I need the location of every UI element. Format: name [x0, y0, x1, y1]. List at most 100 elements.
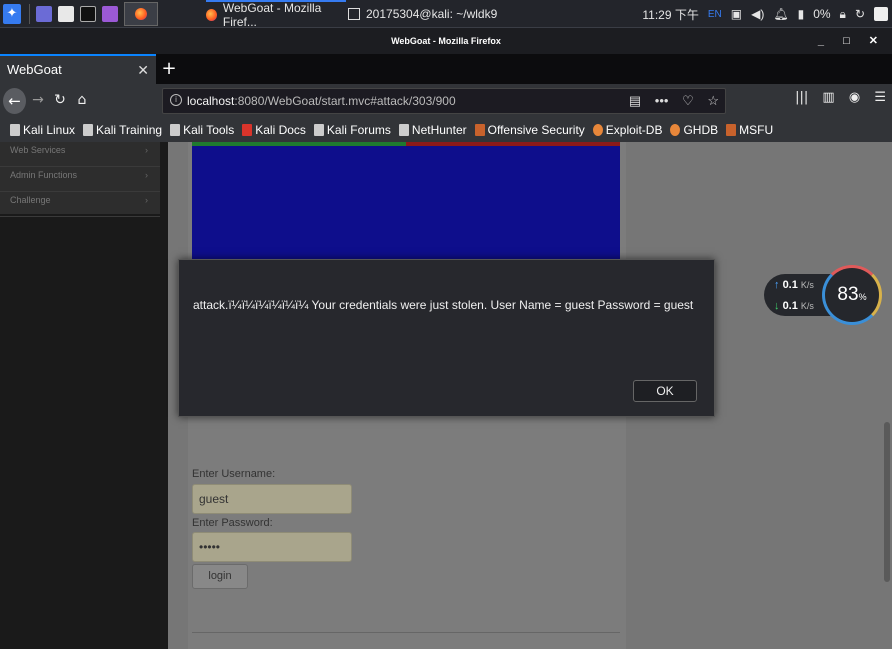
ghdb-icon	[670, 124, 681, 136]
sidebar-item-challenge[interactable]: Challenge ›	[0, 192, 160, 217]
webgoat-sidebar: Web Services › Admin Functions › Challen…	[0, 142, 168, 649]
bookmark-label: Exploit-DB	[605, 123, 663, 137]
kali-dragon-icon	[313, 124, 324, 136]
url-bar[interactable]: i localhost:8080/WebGoat/start.mvc#attac…	[162, 88, 726, 114]
bookmark-label: NetHunter	[411, 123, 467, 137]
upload-unit: K/s	[800, 280, 814, 290]
sidebar-item-label: Web Services	[10, 145, 66, 155]
url-actions: ▤ ••• ♡ ☆	[619, 89, 719, 113]
reader-view-icon[interactable]: ▤	[629, 93, 641, 108]
workspace-icon[interactable]	[36, 5, 52, 22]
gauge-value: 83	[837, 284, 859, 305]
notification-bell-icon[interactable]: 🔔︎	[773, 7, 788, 21]
task-terminal[interactable]: 20175304@kali: ~/wldk9	[348, 0, 498, 28]
download-unit: K/s	[800, 301, 814, 311]
upload-arrow-icon: ↑	[774, 279, 780, 291]
chevron-right-icon: ›	[145, 170, 148, 180]
url-path: :8080/WebGoat/start.mvc#attack/303/900	[234, 94, 456, 108]
sidebar-item-label: Admin Functions	[10, 170, 78, 180]
window-controls[interactable]: _ □ ✕	[818, 28, 886, 54]
bookmark-kali-linux[interactable]: Kali Linux	[10, 123, 75, 137]
sidebar-menu: Web Services › Admin Functions › Challen…	[0, 142, 160, 217]
bookmark-label: Kali Docs	[255, 123, 306, 137]
bookmark-label: Kali Forums	[326, 123, 391, 137]
bookmark-label: MSFU	[739, 123, 774, 137]
sidebar-toggle-icon[interactable]: ▥	[822, 90, 834, 105]
new-tab-button[interactable]: +	[161, 54, 177, 84]
taskbar: ✦ WebGoat - Mozilla Firef... 20175304@ka…	[0, 0, 892, 29]
menu-icon[interactable]: ☰	[874, 90, 886, 105]
ok-button[interactable]: OK	[633, 380, 697, 402]
sidebar-item-web-services[interactable]: Web Services ›	[0, 142, 160, 167]
kali-dragon-icon	[83, 124, 94, 136]
bookmark-kali-forums[interactable]: Kali Forums	[313, 123, 391, 137]
username-label: Enter Username:	[192, 468, 276, 480]
firefox-launcher-icon[interactable]	[124, 1, 158, 26]
window-titlebar: WebGoat - Mozilla Firefox _ □ ✕	[0, 28, 892, 54]
network-tray-icon[interactable]: ▣	[731, 7, 742, 21]
files-icon[interactable]	[58, 5, 74, 22]
bookmark-nethunter[interactable]: NetHunter	[398, 123, 467, 137]
bookmark-msfu[interactable]: MSFU	[726, 123, 773, 137]
battery-icon[interactable]: ▮	[798, 7, 805, 21]
back-button[interactable]: ←	[3, 88, 26, 114]
app-launcher-icon[interactable]	[102, 5, 118, 22]
upload-value: 0.1	[782, 279, 798, 291]
bookmark-kali-docs[interactable]: Kali Docs	[242, 123, 306, 137]
bookmark-star-icon[interactable]: ☆	[707, 93, 719, 108]
msfu-icon	[726, 124, 737, 136]
kali-docs-icon	[242, 124, 253, 136]
download-arrow-icon: ↓	[774, 300, 780, 312]
power-icon[interactable]	[874, 7, 888, 21]
toolbar-right: ||| ▥ ◉ ☰	[785, 90, 886, 105]
terminal-icon[interactable]	[80, 5, 96, 22]
terminal-icon	[348, 8, 360, 20]
memory-gauge[interactable]: 83%	[822, 265, 882, 325]
reload-button[interactable]: ↻	[52, 90, 68, 110]
refresh-icon[interactable]: ↻	[855, 7, 865, 21]
tab-strip: WebGoat ✕ +	[0, 54, 892, 84]
keyboard-layout[interactable]: EN	[708, 9, 722, 20]
chevron-right-icon: ›	[145, 195, 148, 205]
alert-message: attack.ï¼ï¼ï¼ï¼ï¼ï¼ Your credentials wer…	[193, 298, 694, 312]
site-info-icon[interactable]: i	[170, 94, 182, 106]
lock-icon[interactable]: 🔒︎	[840, 7, 846, 22]
banner-strip	[406, 142, 620, 146]
task-firefox[interactable]: WebGoat - Mozilla Firef...	[206, 0, 346, 29]
bookmark-label: Kali Tools	[183, 123, 235, 137]
divider	[192, 632, 620, 633]
bookmark-kali-tools[interactable]: Kali Tools	[170, 123, 234, 137]
kali-menu-icon[interactable]: ✦	[3, 3, 21, 24]
page-scrollbar[interactable]	[884, 422, 890, 582]
chevron-right-icon: ›	[145, 145, 148, 155]
firefox-icon	[135, 7, 147, 20]
bookmark-label: Offensive Security	[487, 123, 585, 137]
url-host: localhost	[187, 94, 235, 108]
password-input[interactable]: •••••	[192, 532, 352, 562]
close-tab-icon[interactable]: ✕	[137, 56, 149, 84]
login-button[interactable]: login	[192, 564, 248, 589]
forward-button[interactable]: →	[30, 90, 46, 110]
navigation-bar: ← → ↻ ⌂ i localhost:8080/WebGoat/start.m…	[0, 84, 892, 118]
username-input[interactable]: guest	[192, 484, 352, 514]
volume-icon[interactable]: ◀)	[751, 7, 764, 21]
screen: ✦ WebGoat - Mozilla Firef... 20175304@ka…	[0, 0, 892, 649]
bookmark-label: Kali Linux	[23, 123, 76, 137]
bookmark-offensive-security[interactable]: Offensive Security	[474, 123, 585, 137]
bookmark-kali-training[interactable]: Kali Training	[83, 123, 162, 137]
home-button[interactable]: ⌂	[74, 90, 90, 110]
kali-dragon-icon	[170, 124, 181, 136]
sidebar-item-admin-functions[interactable]: Admin Functions ›	[0, 167, 160, 192]
bookmarks-bar: Kali Linux Kali Training Kali Tools Kali…	[0, 118, 892, 142]
offsec-icon	[474, 124, 485, 136]
bookmark-ghdb[interactable]: GHDB	[670, 123, 718, 137]
clock[interactable]: 11:29 下午	[642, 6, 698, 23]
account-icon[interactable]: ◉	[849, 90, 860, 105]
page-actions-icon[interactable]: •••	[655, 93, 669, 108]
bookmark-exploit-db[interactable]: Exploit-DB	[592, 123, 663, 137]
pocket-icon[interactable]: ♡	[682, 93, 694, 108]
library-icon[interactable]: |||	[795, 90, 808, 105]
firefox-icon	[206, 9, 217, 21]
tab-webgoat[interactable]: WebGoat ✕	[0, 54, 156, 84]
nethunter-icon	[398, 124, 409, 136]
